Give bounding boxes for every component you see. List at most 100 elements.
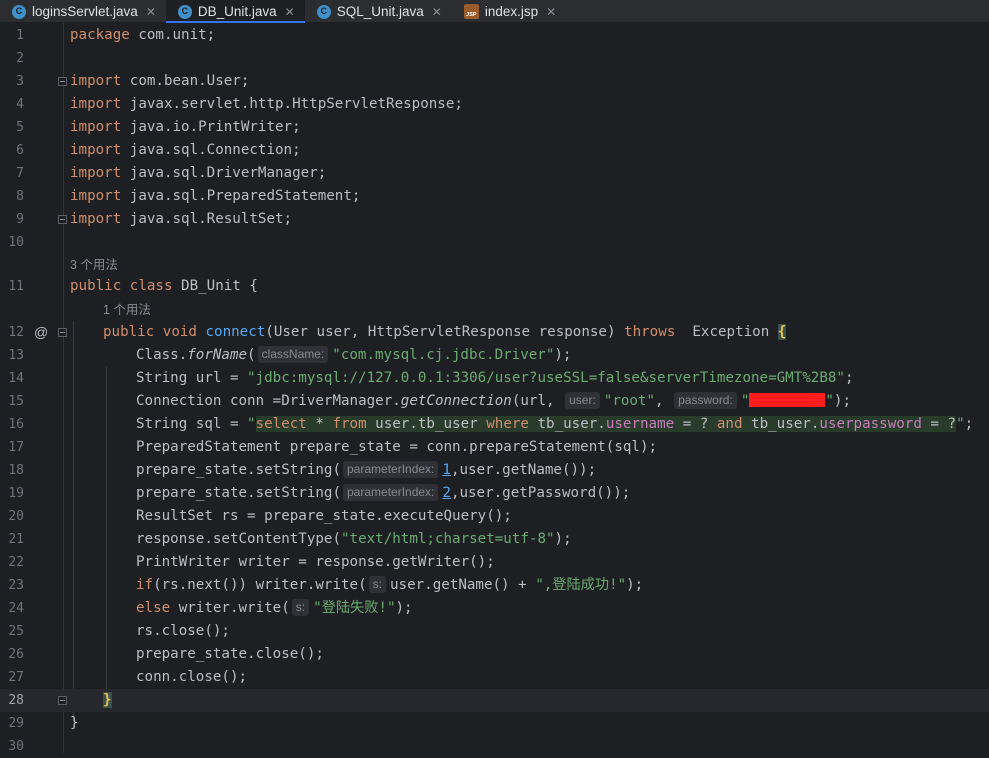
tab-label: SQL_Unit.java (336, 4, 424, 19)
code-text: import java.sql.Connection; (70, 142, 301, 158)
code-text: prepare_state.setString(parameterIndex: 1… (136, 461, 597, 478)
code-line: 23 if(rs.next()) writer.write(s: user.get… (0, 574, 989, 597)
line-number: 8 (16, 189, 24, 204)
code-line: 12 @ public void connect(User user, Http… (0, 321, 989, 344)
code-line: 10 (0, 231, 989, 254)
line-number: 12 (8, 325, 24, 340)
line-number: 13 (8, 348, 24, 363)
tab-db-unit[interactable]: C DB_Unit.java ✕ (165, 0, 305, 23)
line-number: 25 (8, 624, 24, 639)
code-text: import javax.servlet.http.HttpServletRes… (70, 96, 463, 112)
line-number: 9 (16, 212, 24, 227)
tab-logins-servlet[interactable]: C loginsServlet.java ✕ (0, 0, 166, 23)
current-code-line: 28 } (0, 689, 989, 712)
fold-icon[interactable] (58, 328, 67, 337)
tab-index-jsp[interactable]: JSP index.jsp ✕ (452, 0, 566, 23)
code-text: prepare_state.setString(parameterIndex: 2… (136, 484, 631, 501)
parameter-hint: s: (291, 599, 310, 616)
code-line: 17 PreparedStatement prepare_state = con… (0, 436, 989, 459)
code-text: } (103, 689, 112, 712)
tab-label: DB_Unit.java (197, 4, 277, 19)
line-number: 23 (8, 578, 24, 593)
line-number: 22 (8, 555, 24, 570)
code-text: package com.unit; (70, 27, 216, 43)
code-line: 26 prepare_state.close(); (0, 643, 989, 666)
line-number: 6 (16, 143, 24, 158)
fold-icon[interactable] (58, 696, 67, 705)
code-text: } (70, 715, 79, 731)
code-text: conn.close(); (136, 669, 248, 685)
code-text: Class.forName(className: "com.mysql.cj.jd… (136, 346, 572, 363)
line-number: 24 (8, 601, 24, 616)
redacted-password (749, 393, 826, 407)
override-marker-icon[interactable]: @ (34, 321, 48, 344)
code-line: 20 ResultSet rs = prepare_state.executeQ… (0, 505, 989, 528)
close-icon[interactable]: ✕ (285, 5, 295, 19)
code-text: prepare_state.close(); (136, 646, 324, 662)
code-text: ResultSet rs = prepare_state.executeQuer… (136, 508, 512, 524)
line-number: 26 (8, 647, 24, 662)
line-number: 28 (8, 693, 24, 708)
line-number: 10 (8, 235, 24, 250)
java-class-icon: C (316, 4, 331, 19)
code-line: 16 String sql = "select * from user.tb_u… (0, 413, 989, 436)
code-line: 13 Class.forName(className: "com.mysql.cj… (0, 344, 989, 367)
parameter-hint: password: (674, 392, 737, 409)
close-icon[interactable]: ✕ (432, 5, 442, 19)
line-number: 27 (8, 670, 24, 685)
code-text: import com.bean.User; (70, 73, 250, 89)
close-icon[interactable]: ✕ (546, 5, 556, 19)
code-text: public class DB_Unit { (70, 278, 258, 294)
code-line: 5 import java.io.PrintWriter; (0, 116, 989, 139)
line-number: 21 (8, 532, 24, 547)
tab-label: loginsServlet.java (32, 4, 138, 19)
parameter-hint: user: (565, 392, 600, 409)
line-number: 2 (16, 51, 24, 66)
code-text: import java.sql.ResultSet; (70, 211, 293, 227)
code-text: String url = "jdbc:mysql://127.0.0.1:330… (136, 370, 854, 386)
line-number: 19 (8, 486, 24, 501)
code-line: 21 response.setContentType("text/html;ch… (0, 528, 989, 551)
code-line: 22 PrintWriter writer = response.getWrit… (0, 551, 989, 574)
usage-hint-row: 1 个用法 (0, 299, 989, 322)
code-text: import java.io.PrintWriter; (70, 119, 301, 135)
usage-hint[interactable]: 3 个用法 (70, 254, 118, 277)
code-line: 11 public class DB_Unit { (0, 275, 989, 298)
code-line: 14 String url = "jdbc:mysql://127.0.0.1:… (0, 367, 989, 390)
code-line: 15 Connection conn =DriverManager.getCon… (0, 390, 989, 413)
tab-sql-unit[interactable]: C SQL_Unit.java ✕ (305, 0, 452, 23)
fold-icon[interactable] (58, 77, 67, 86)
close-icon[interactable]: ✕ (146, 5, 156, 19)
usage-hint-row: 3 个用法 (0, 254, 989, 277)
code-line: 29 } (0, 712, 989, 735)
editor-tab-bar: C loginsServlet.java ✕ C DB_Unit.java ✕ … (0, 0, 989, 23)
code-line: 27 conn.close(); (0, 666, 989, 689)
code-line: 1 package com.unit; (0, 24, 989, 47)
code-text: import java.sql.PreparedStatement; (70, 188, 361, 204)
line-number: 16 (8, 417, 24, 432)
code-line: 24 else writer.write(s: "登陆失败!"); (0, 597, 989, 620)
jsp-file-icon: JSP (463, 4, 479, 19)
code-text: rs.close(); (136, 623, 230, 639)
usage-hint[interactable]: 1 个用法 (103, 299, 151, 322)
fold-icon[interactable] (58, 215, 67, 224)
code-line: 2 (0, 47, 989, 70)
code-text: import java.sql.DriverManager; (70, 165, 327, 181)
line-number: 11 (8, 279, 24, 294)
code-line: 7 import java.sql.DriverManager; (0, 162, 989, 185)
code-line: 30 (0, 735, 989, 758)
code-editor[interactable]: 1 package com.unit; 2 3 import com.bean.… (0, 23, 989, 754)
code-text: if(rs.next()) writer.write(s: user.getNam… (136, 576, 644, 593)
code-line: 3 import com.bean.User; (0, 70, 989, 93)
code-text: PreparedStatement prepare_state = conn.p… (136, 439, 658, 455)
code-text: else writer.write(s: "登陆失败!"); (136, 599, 413, 616)
line-number: 15 (8, 394, 24, 409)
code-text: String sql = "select * from user.tb_user… (136, 416, 974, 432)
code-line: 18 prepare_state.setString(parameterInde… (0, 459, 989, 482)
line-number: 17 (8, 440, 24, 455)
line-number: 3 (16, 74, 24, 89)
code-line: 25 rs.close(); (0, 620, 989, 643)
tab-label: index.jsp (484, 4, 539, 19)
line-number: 7 (16, 166, 24, 181)
java-class-icon: C (177, 4, 192, 19)
